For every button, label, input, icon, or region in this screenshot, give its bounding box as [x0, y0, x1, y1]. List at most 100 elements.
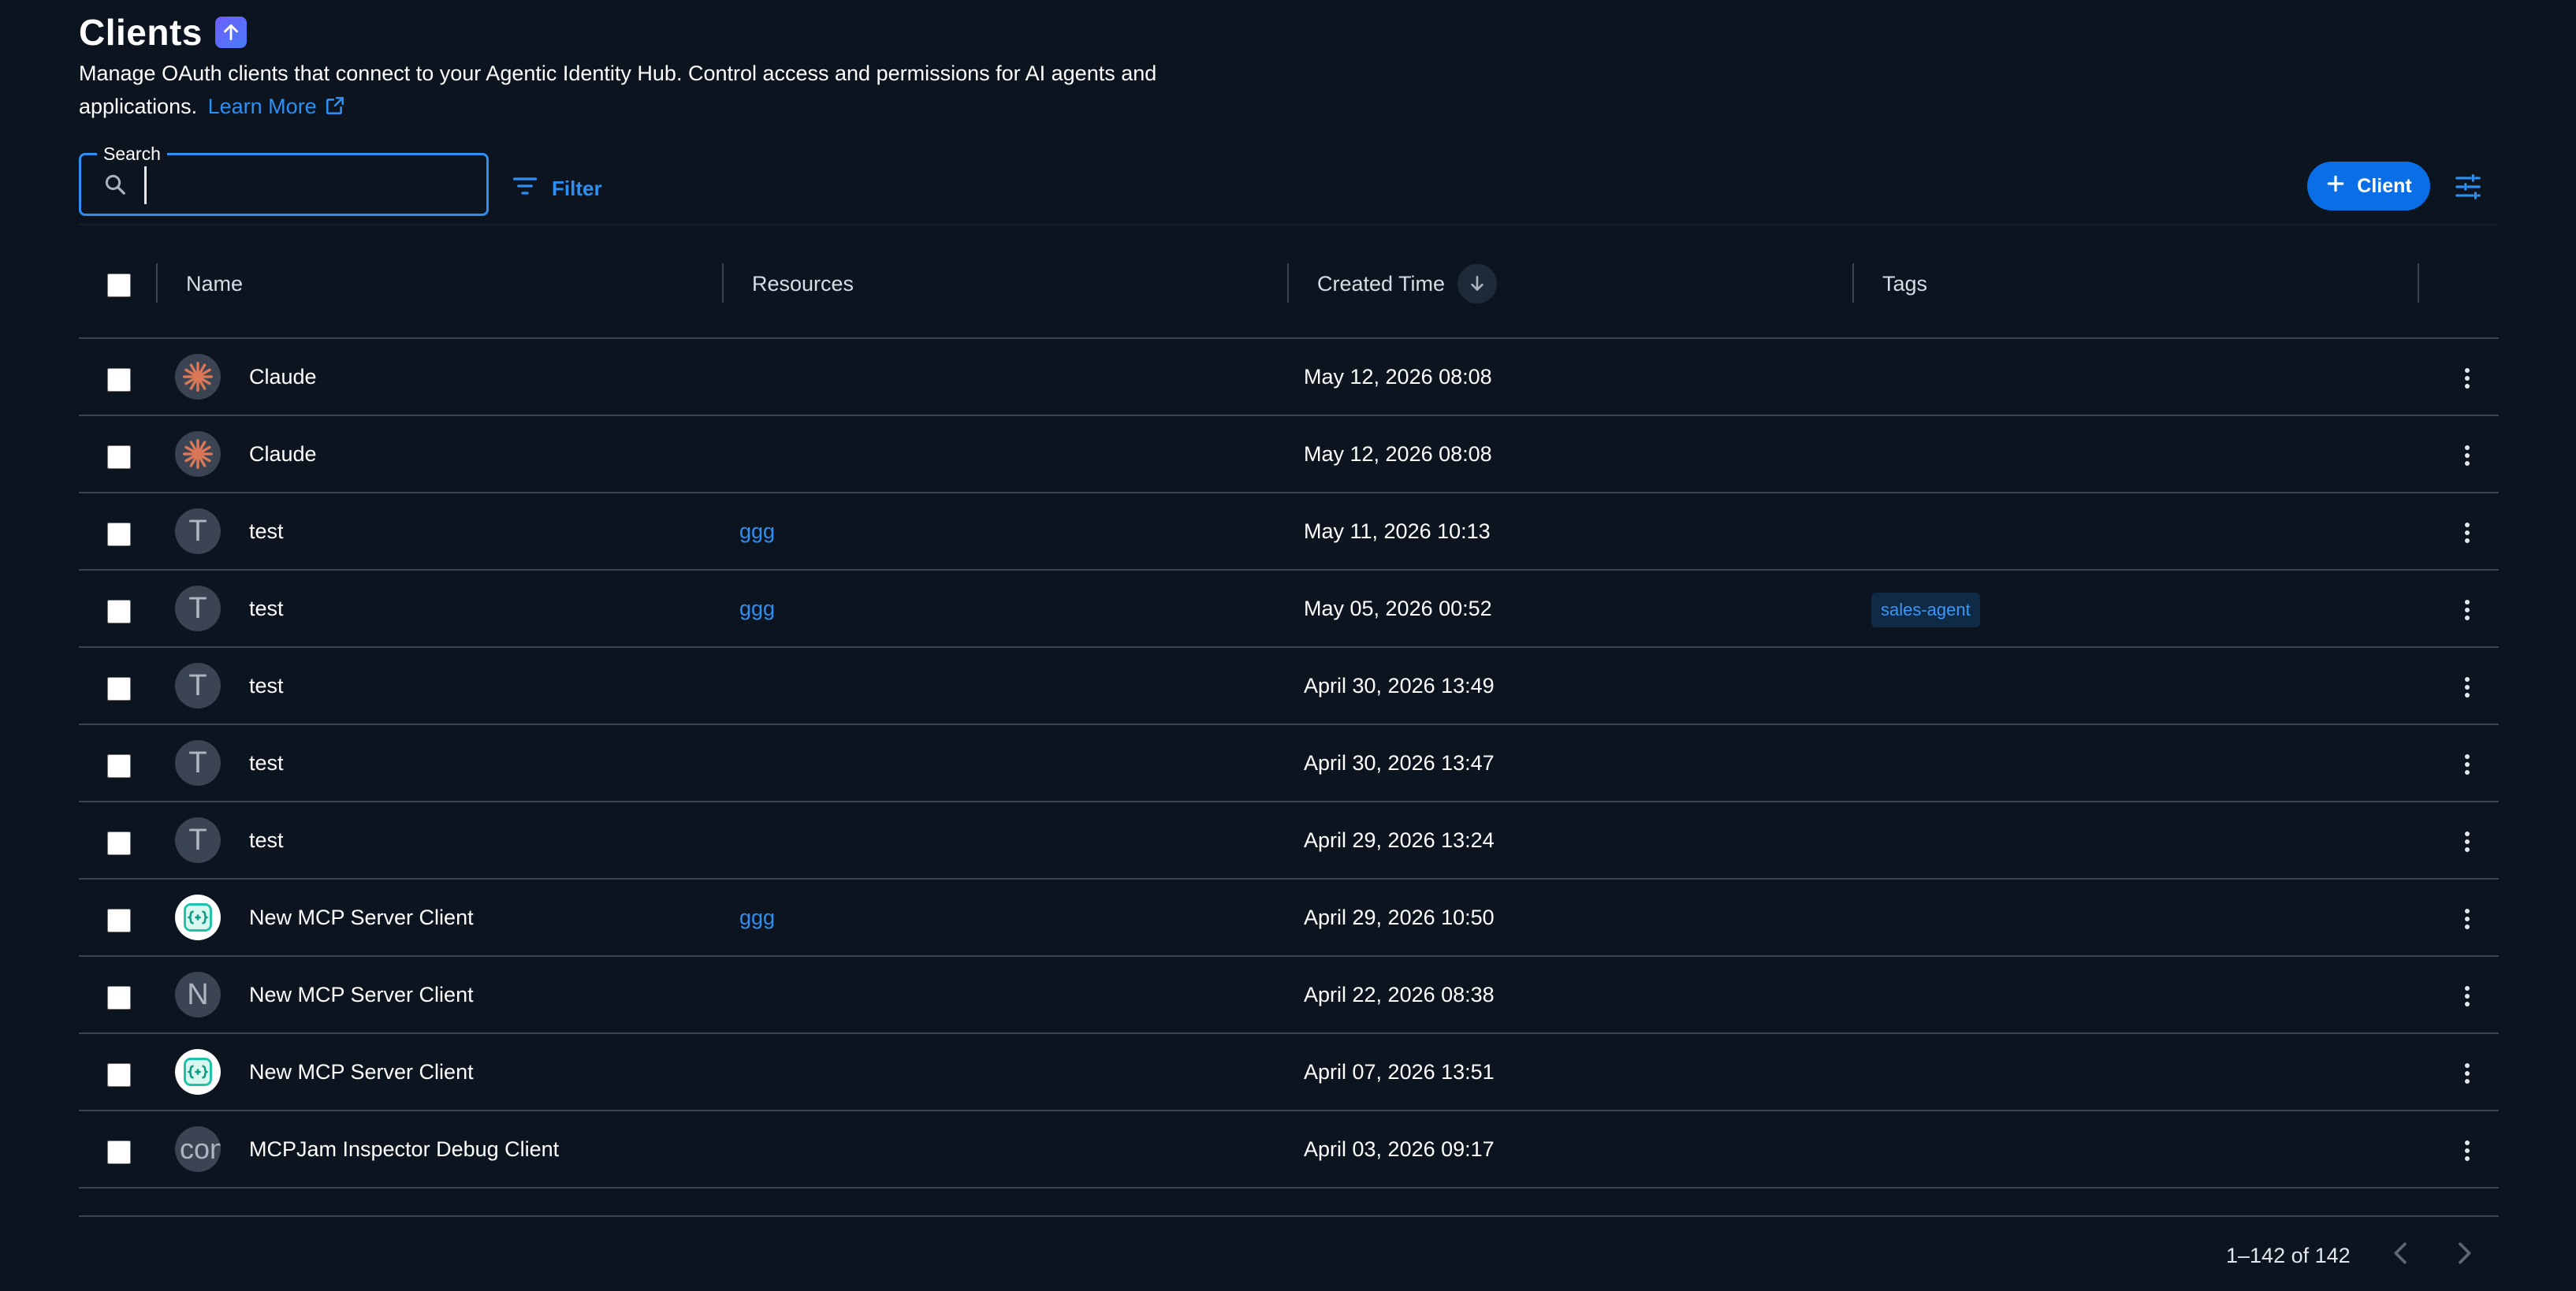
avatar: N	[175, 972, 221, 1018]
column-header-resources-label: Resources	[752, 271, 854, 296]
client-name[interactable]: test	[249, 571, 284, 646]
avatar: T	[175, 586, 221, 631]
table-row[interactable]: Claude May 12, 2026 08:08	[79, 339, 2499, 416]
avatar-initial: T	[188, 591, 207, 625]
claude-logo-icon	[175, 431, 221, 477]
more-options-icon[interactable]	[2451, 749, 2483, 780]
client-name[interactable]: MCPJam Inspector Debug Client	[249, 1111, 559, 1187]
learn-more-label: Learn More	[207, 95, 317, 118]
tag-chip[interactable]: sales-agent	[1871, 593, 1980, 627]
search-input[interactable]	[144, 166, 478, 204]
table-row[interactable]: Ttest April 30, 2026 13:47	[79, 725, 2499, 802]
table-row[interactable]: Claude May 12, 2026 08:08	[79, 416, 2499, 493]
row-checkbox[interactable]	[107, 986, 131, 1010]
resource-link[interactable]: ggg	[739, 880, 775, 955]
learn-more-link[interactable]: Learn More	[208, 95, 345, 118]
client-name[interactable]: New MCP Server Client	[249, 1034, 474, 1110]
created-time: May 05, 2026 00:52	[1304, 596, 1492, 620]
table-row[interactable]: New MCP Server Client ggg April 29, 2026 1…	[79, 880, 2499, 957]
row-checkbox[interactable]	[107, 523, 131, 546]
row-checkbox[interactable]	[107, 445, 131, 469]
more-options-icon[interactable]	[2451, 1058, 2483, 1089]
pagination-range: 1–142 of 142	[2226, 1244, 2351, 1267]
avatar-initial: con	[180, 1133, 221, 1165]
avatar: T	[175, 740, 221, 786]
search-field[interactable]: Search	[79, 144, 489, 216]
created-time: April 30, 2026 13:49	[1304, 673, 1495, 698]
column-header-created-time-label: Created Time	[1317, 271, 1446, 296]
row-checkbox[interactable]	[107, 677, 131, 701]
row-checkbox[interactable]	[107, 1140, 131, 1164]
avatar-initial: T	[188, 668, 207, 702]
avatar: T	[175, 663, 221, 709]
column-header-name[interactable]: Name	[186, 263, 243, 304]
row-checkbox[interactable]	[107, 600, 131, 623]
more-options-icon[interactable]	[2451, 1135, 2483, 1166]
more-options-icon[interactable]	[2451, 903, 2483, 935]
table-row[interactable]: New MCP Server Client April 07, 2026 13:5…	[79, 1034, 2499, 1111]
page-title: Clients	[79, 12, 203, 53]
more-options-icon[interactable]	[2451, 826, 2483, 858]
external-link-icon	[325, 92, 345, 125]
resource-link[interactable]: ggg	[739, 571, 775, 646]
table-row[interactable]: Ttest April 29, 2026 13:24	[79, 802, 2499, 880]
upgrade-arrow-icon[interactable]	[214, 17, 247, 48]
client-name[interactable]: test	[249, 648, 284, 724]
previous-page-icon[interactable]	[2385, 1237, 2417, 1273]
table-header: Name Resources Created Time Tags	[79, 224, 2499, 339]
column-header-name-label: Name	[186, 271, 244, 296]
row-checkbox[interactable]	[107, 754, 131, 778]
search-label: Search	[97, 144, 167, 163]
column-divider	[2418, 263, 2419, 303]
created-time: May 12, 2026 08:08	[1304, 364, 1492, 389]
client-name[interactable]: New MCP Server Client	[249, 957, 474, 1032]
filter-label: Filter	[552, 177, 602, 200]
avatar-initial: T	[188, 514, 207, 548]
more-options-icon[interactable]	[2451, 594, 2483, 626]
more-options-icon[interactable]	[2451, 363, 2483, 394]
created-time: April 30, 2026 13:47	[1304, 750, 1495, 775]
add-client-button[interactable]: Client	[2307, 162, 2430, 210]
client-name[interactable]: test	[249, 725, 284, 801]
more-options-icon[interactable]	[2451, 517, 2483, 549]
client-name[interactable]: Claude	[249, 416, 317, 492]
plus-icon	[2325, 173, 2346, 199]
sort-descending-icon[interactable]	[1457, 264, 1498, 303]
filter-button[interactable]: Filter	[511, 172, 602, 206]
table-row[interactable]: con MCPJam Inspector Debug Client April 03…	[79, 1111, 2499, 1189]
table-row[interactable]: Ttest April 30, 2026 13:49	[79, 648, 2499, 725]
created-time: May 11, 2026 10:13	[1304, 519, 1491, 543]
created-time: April 29, 2026 10:50	[1304, 905, 1495, 929]
client-name[interactable]: test	[249, 493, 284, 569]
next-page-icon[interactable]	[2448, 1237, 2480, 1273]
column-header-created-time[interactable]: Created Time	[1317, 263, 1498, 304]
client-name[interactable]: test	[249, 802, 284, 878]
avatar: con	[175, 1126, 221, 1172]
client-name[interactable]: Claude	[249, 339, 317, 415]
row-checkbox[interactable]	[107, 832, 131, 855]
column-divider	[1852, 263, 1854, 303]
resource-link[interactable]: ggg	[739, 493, 775, 569]
more-options-icon[interactable]	[2451, 980, 2483, 1012]
row-checkbox[interactable]	[107, 909, 131, 932]
more-options-icon[interactable]	[2451, 672, 2483, 703]
row-checkbox[interactable]	[107, 368, 131, 392]
client-name[interactable]: New MCP Server Client	[249, 880, 474, 955]
table-row[interactable]: Ttest ggg May 11, 2026 10:13	[79, 493, 2499, 571]
table-row[interactable]: Ttest ggg May 05, 2026 00:52 sales-agent	[79, 571, 2499, 648]
add-client-label: Client	[2357, 174, 2412, 197]
created-time: April 07, 2026 13:51	[1304, 1059, 1495, 1084]
avatar: T	[175, 508, 221, 554]
row-checkbox[interactable]	[107, 1063, 131, 1087]
column-settings-icon[interactable]	[2453, 172, 2483, 206]
avatar-initial: T	[188, 746, 207, 779]
column-divider	[722, 263, 724, 303]
created-time: May 12, 2026 08:08	[1304, 441, 1492, 466]
column-header-tags[interactable]: Tags	[1882, 263, 1927, 304]
more-options-icon[interactable]	[2451, 440, 2483, 471]
table-row[interactable]: N New MCP Server Client April 22, 2026 08:…	[79, 957, 2499, 1034]
clients-table: Name Resources Created Time Tags Claude M…	[79, 224, 2499, 1217]
select-all-checkbox[interactable]	[107, 273, 131, 297]
search-icon	[103, 173, 127, 200]
column-header-resources[interactable]: Resources	[752, 263, 854, 304]
